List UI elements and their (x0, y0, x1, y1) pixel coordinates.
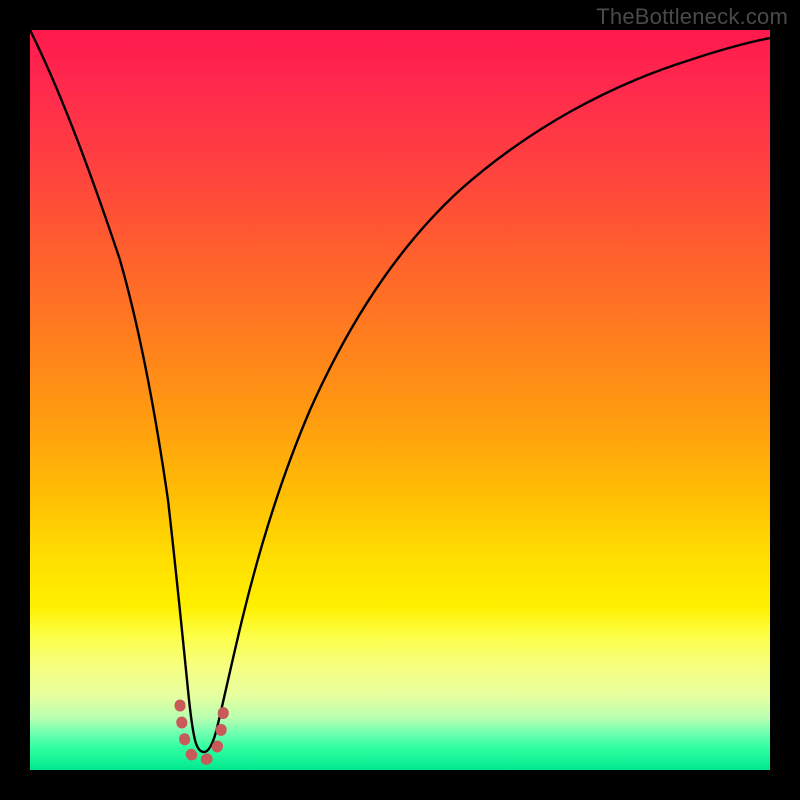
bottleneck-curve-svg (30, 30, 770, 770)
bottleneck-curve-path (30, 30, 770, 752)
chart-frame: TheBottleneck.com (0, 0, 800, 800)
watermark-text: TheBottleneck.com (596, 4, 788, 30)
plot-area (30, 30, 770, 770)
